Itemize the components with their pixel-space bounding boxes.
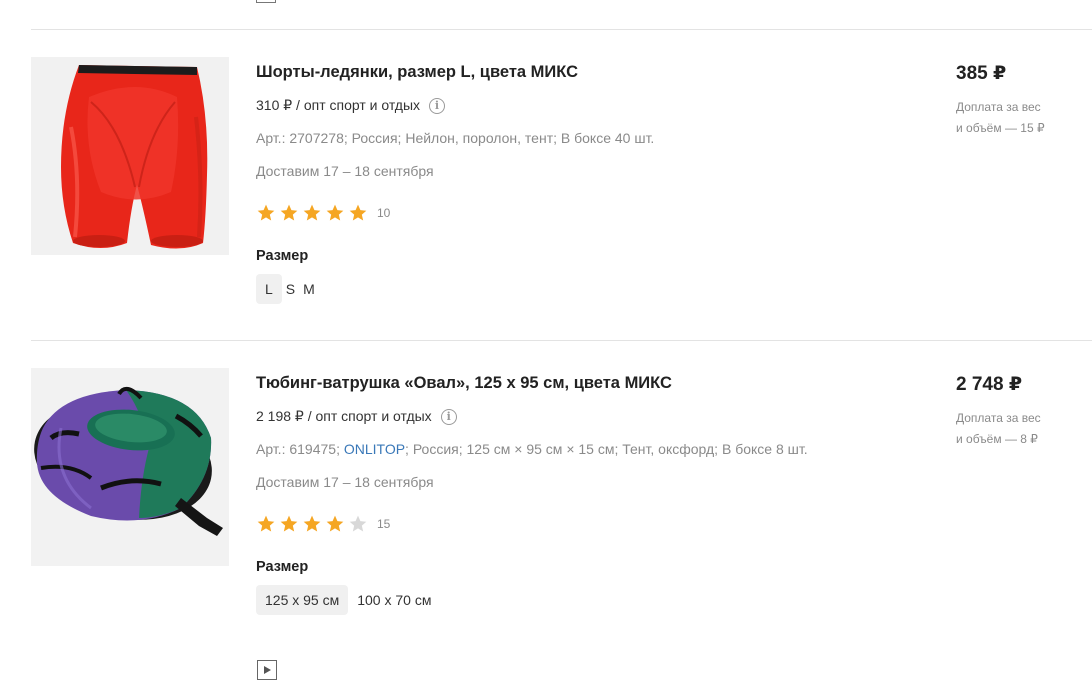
- surcharge-line: Доплата за вес: [956, 100, 1041, 114]
- play-icon: [264, 666, 271, 674]
- delivery-date: Доставим 17 – 18 сентября: [256, 474, 434, 490]
- wholesale-price-text: 2 198 ₽ / опт спорт и отдых: [256, 408, 432, 424]
- product-attributes: Арт.: 2707278; Россия; Нейлон, поролон, …: [256, 130, 654, 146]
- size-option-125x95[interactable]: 125 x 95 см: [256, 585, 349, 615]
- play-button[interactable]: [257, 660, 277, 680]
- star-filled-icon: [303, 515, 321, 532]
- star-filled-icon: [303, 204, 321, 221]
- star-filled-icon: [280, 204, 298, 221]
- product-attributes-rest: Россия; Нейлон, поролон, тент; В боксе 4…: [351, 130, 655, 146]
- product-image-tubing[interactable]: [31, 368, 229, 566]
- star-filled-icon: [326, 515, 344, 532]
- product-price: 2 748 ₽: [956, 374, 1023, 395]
- size-option-100x70[interactable]: 100 x 70 см: [348, 585, 440, 615]
- info-icon[interactable]: i: [440, 408, 457, 425]
- rating-count: 15: [377, 517, 391, 531]
- size-label: Размер: [256, 248, 309, 264]
- star-filled-icon: [280, 515, 298, 532]
- size-option-m[interactable]: M: [299, 274, 324, 304]
- star-filled-icon: [257, 515, 275, 532]
- checkbox-partial[interactable]: [256, 0, 276, 3]
- size-options: L S M: [256, 274, 324, 304]
- article-number: Арт.: 2707278;: [256, 130, 348, 146]
- wholesale-price: 2 198 ₽ / опт спорт и отдых i: [256, 408, 457, 425]
- weight-surcharge: Доплата за вес и объём — 15 ₽: [956, 97, 1076, 139]
- star-empty-icon: [349, 515, 367, 532]
- size-label: Размер: [256, 559, 309, 575]
- divider: [31, 340, 1092, 341]
- product-title[interactable]: Шорты-ледянки, размер L, цвета МИКС: [256, 63, 578, 82]
- product-attributes-rest: ; Россия; 125 см × 95 см × 15 см; Тент, …: [405, 441, 808, 457]
- rating-stars[interactable]: 10: [256, 203, 390, 223]
- delivery-date: Доставим 17 – 18 сентября: [256, 163, 434, 179]
- weight-surcharge: Доплата за вес и объём — 8 ₽: [956, 408, 1076, 450]
- brand-link[interactable]: ONLITOP: [344, 441, 405, 457]
- rating-stars[interactable]: 15: [256, 514, 390, 534]
- product-price: 385 ₽: [956, 63, 1007, 84]
- star-filled-icon: [326, 204, 344, 221]
- product-card: Тюбинг-ватрушка «Овал», 125 x 95 см, цве…: [0, 368, 1092, 668]
- wholesale-price: 310 ₽ / опт спорт и отдых i: [256, 97, 446, 114]
- product-image-shorts[interactable]: [31, 57, 229, 255]
- size-option-s[interactable]: S: [282, 274, 299, 304]
- star-row: [256, 514, 371, 534]
- size-options: 125 x 95 см 100 x 70 см: [256, 585, 440, 615]
- star-filled-icon: [257, 204, 275, 221]
- star-row: [256, 203, 371, 223]
- divider: [31, 29, 1092, 30]
- info-icon[interactable]: i: [429, 97, 446, 114]
- surcharge-line: и объём — 8 ₽: [956, 432, 1038, 446]
- size-option-l[interactable]: L: [256, 274, 282, 304]
- surcharge-line: Доплата за вес: [956, 411, 1041, 425]
- product-title[interactable]: Тюбинг-ватрушка «Овал», 125 x 95 см, цве…: [256, 374, 672, 393]
- star-filled-icon: [349, 204, 367, 221]
- product-attributes: Арт.: 619475; ONLITOP; Россия; 125 см × …: [256, 441, 808, 457]
- wholesale-price-text: 310 ₽ / опт спорт и отдых: [256, 97, 421, 113]
- article-number: Арт.: 619475;: [256, 441, 340, 457]
- rating-count: 10: [377, 206, 391, 220]
- surcharge-line: и объём — 15 ₽: [956, 121, 1045, 135]
- product-card: Шорты-ледянки, размер L, цвета МИКС 310 …: [0, 57, 1092, 357]
